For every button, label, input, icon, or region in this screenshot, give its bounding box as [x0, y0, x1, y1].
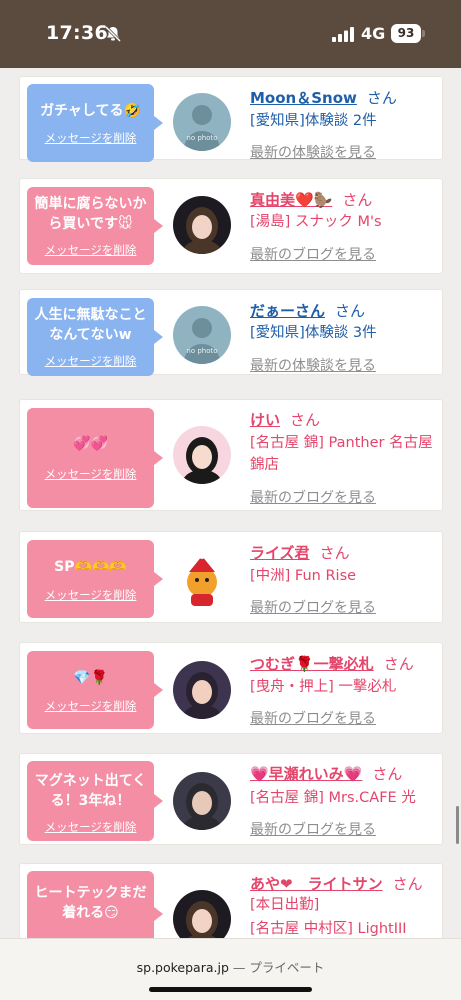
- photo-avatar[interactable]: [173, 426, 231, 484]
- browser-bottom-bar: sp.pokepara.jp — プライベート: [0, 938, 461, 1000]
- message-bubble: 💎🌹 メッセージを削除: [27, 651, 163, 729]
- delete-message-link[interactable]: メッセージを削除: [27, 464, 154, 484]
- honorific-label: さん: [392, 875, 423, 893]
- user-name-row: 💗早瀬れいみ💗 さん: [250, 763, 402, 784]
- user-detail: [名古屋 中村区] LightIII: [250, 921, 407, 937]
- message-card: 💞💞 メッセージを削除 けい さん [名古屋 錦] Panther 名古屋錦店最新のブロ…: [19, 399, 443, 511]
- honorific-label: さん: [319, 544, 350, 562]
- status-time: 17:36: [46, 22, 108, 44]
- mascot-avatar[interactable]: [173, 550, 231, 608]
- user-detail: [愛知県]体験談 3件: [250, 325, 377, 341]
- signal-icon: [332, 27, 354, 42]
- latest-post-link[interactable]: 最新のブログを見る: [250, 597, 376, 617]
- message-bubble: SP🫶🫶🫶 メッセージを削除: [27, 540, 163, 618]
- user-name-row: ライズ君 さん: [250, 542, 350, 563]
- battery-icon: 93: [391, 24, 421, 43]
- battery-tip: [422, 30, 425, 37]
- latest-post-link[interactable]: 最新のブログを見る: [250, 487, 376, 507]
- latest-post-link[interactable]: 最新の体験談を見る: [250, 142, 376, 162]
- no-photo-avatar[interactable]: no photo: [173, 306, 231, 364]
- message-card: 簡単に腐らないから買いです🐭 メッセージを削除 真由美❤️🦫 さん [湯島] スナック …: [19, 178, 443, 274]
- message-text: 人生に無駄なことなんてないw: [34, 307, 147, 343]
- user-name-link[interactable]: 💗早瀬れいみ💗: [250, 765, 362, 783]
- user-detail: [曳舟・押上] 一撃必札: [250, 679, 397, 695]
- user-detail: [愛知県]体験談 2件: [250, 113, 377, 129]
- svg-text:no photo: no photo: [186, 134, 217, 142]
- delete-message-link[interactable]: メッセージを削除: [27, 128, 154, 148]
- no-photo-avatar[interactable]: no photo: [173, 93, 231, 151]
- latest-post-link[interactable]: 最新のブログを見る: [250, 819, 376, 839]
- photo-avatar[interactable]: [173, 196, 231, 254]
- delete-message-link[interactable]: メッセージを削除: [27, 351, 154, 371]
- honorific-label: さん: [366, 89, 397, 107]
- delete-message-link[interactable]: メッセージを削除: [27, 585, 154, 605]
- photo-avatar[interactable]: [173, 661, 231, 719]
- honorific-label: さん: [383, 655, 414, 673]
- user-name-row: あや❤︎ ライトサン さん: [250, 873, 423, 894]
- message-text: 簡単に腐らないから買いです🐭: [34, 196, 147, 232]
- network-label: 4G: [361, 24, 386, 43]
- message-bubble: マグネット出てくる！3年ね！ メッセージを削除: [27, 761, 163, 841]
- user-name-link[interactable]: だぁーさん: [250, 302, 325, 320]
- message-card: 💎🌹 メッセージを削除 つむぎ🌹一撃必札 さん [曳舟・押上] 一撃必札最新のブログを見…: [19, 642, 443, 734]
- status-bar: 17:36 4G 93: [0, 0, 461, 68]
- message-text: マグネット出てくる！3年ね！: [34, 773, 147, 809]
- message-text: ヒートテックまだ着れる😏: [34, 885, 147, 921]
- delete-message-link[interactable]: メッセージを削除: [27, 696, 154, 716]
- message-bubble: 簡単に腐らないから買いです🐭 メッセージを削除: [27, 187, 163, 265]
- latest-post-link[interactable]: 最新の体験談を見る: [250, 355, 376, 375]
- message-bubble: ガチャしてる🤣 メッセージを削除: [27, 84, 163, 162]
- url-bar[interactable]: sp.pokepara.jp — プライベート: [0, 957, 461, 976]
- honorific-label: さん: [342, 191, 373, 209]
- user-name-link[interactable]: ライズ君: [250, 544, 310, 562]
- user-detail: [中洲] Fun Rise: [250, 568, 357, 584]
- user-detail: [名古屋 錦] Panther 名古屋錦店: [250, 435, 433, 473]
- user-name-row: 真由美❤️🦫 さん: [250, 189, 372, 210]
- svg-text:no photo: no photo: [186, 347, 217, 355]
- user-name-row: Moon＆Snow さん: [250, 87, 397, 108]
- message-card: 人生に無駄なことなんてないw メッセージを削除 no photo だぁーさん さん [愛知…: [19, 289, 443, 376]
- latest-post-link[interactable]: 最新のブログを見る: [250, 708, 376, 728]
- honorific-label: さん: [372, 765, 403, 783]
- latest-post-link[interactable]: 最新のブログを見る: [250, 244, 376, 264]
- message-bubble: 💞💞 メッセージを削除: [27, 408, 163, 508]
- user-name-link[interactable]: あや❤︎ ライトサン: [250, 875, 383, 893]
- delete-message-link[interactable]: メッセージを削除: [27, 240, 154, 260]
- user-name-link[interactable]: つむぎ🌹一撃必札: [250, 655, 374, 673]
- user-name-row: けい さん: [250, 409, 320, 430]
- user-name-row: だぁーさん さん: [250, 300, 365, 321]
- honorific-label: さん: [335, 302, 366, 320]
- message-card: ガチャしてる🤣 メッセージを削除 no photo Moon＆Snow さん [愛知県]体…: [19, 76, 443, 162]
- scrollbar[interactable]: [456, 806, 459, 844]
- message-bubble: 人生に無駄なことなんてないw メッセージを削除: [27, 298, 163, 376]
- home-indicator[interactable]: [149, 987, 312, 992]
- photo-avatar[interactable]: [173, 772, 231, 830]
- user-detail: [湯島] スナック M's: [250, 214, 382, 230]
- silent-bell-icon: [104, 25, 122, 43]
- user-name-link[interactable]: Moon＆Snow: [250, 89, 357, 107]
- user-name-link[interactable]: けい: [250, 411, 280, 429]
- message-card: マグネット出てくる！3年ね！ メッセージを削除 💗早瀬れいみ💗 さん [名古屋 錦] M…: [19, 753, 443, 845]
- user-name-link[interactable]: 真由美❤️🦫: [250, 191, 332, 209]
- url-text: sp.pokepara.jp: [136, 960, 229, 975]
- message-text: 💎🌹: [73, 670, 108, 686]
- user-detail: [本日出勤]: [250, 897, 320, 913]
- message-text: SP🫶🫶🫶: [54, 559, 127, 575]
- user-name-row: つむぎ🌹一撃必札 さん: [250, 653, 414, 674]
- delete-message-link[interactable]: メッセージを削除: [27, 817, 154, 837]
- message-card: SP🫶🫶🫶 メッセージを削除 ライズ君 さん [中洲] Fun Rise 最新のブログを見…: [19, 531, 443, 623]
- user-detail: [名古屋 錦] Mrs.CAFE 光: [250, 790, 416, 806]
- private-mode-label: — プライベート: [232, 960, 325, 975]
- message-text: ガチャしてる🤣: [40, 103, 141, 119]
- honorific-label: さん: [290, 411, 321, 429]
